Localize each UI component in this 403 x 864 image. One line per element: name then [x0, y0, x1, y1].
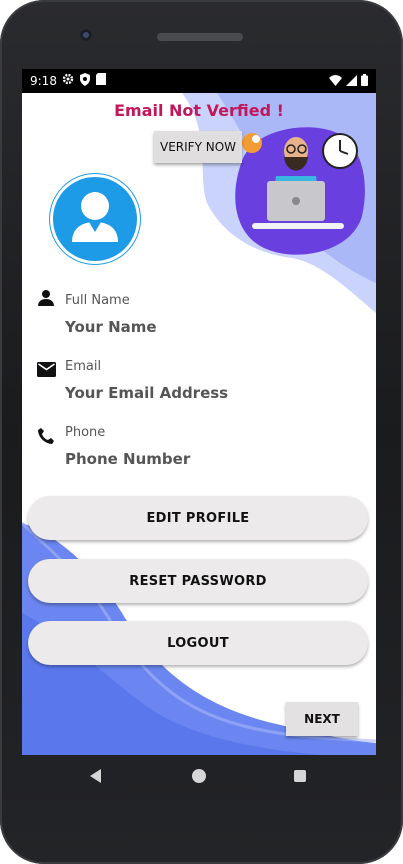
- phone-icon: [38, 428, 54, 444]
- back-icon[interactable]: [89, 769, 103, 783]
- mail-icon: [37, 362, 56, 377]
- status-time: 9:18: [30, 74, 57, 88]
- person-icon: [38, 290, 54, 306]
- wifi-icon: [329, 74, 342, 86]
- shield-icon: [80, 73, 90, 86]
- phone-value: Phone Number: [65, 450, 191, 468]
- status-bar: 9:18: [22, 69, 376, 93]
- profile-avatar[interactable]: [50, 174, 140, 264]
- gear-icon: [62, 73, 74, 85]
- front-camera: [80, 29, 92, 41]
- earpiece-speaker: [157, 33, 243, 41]
- reset-password-button[interactable]: RESET PASSWORD: [28, 559, 368, 603]
- logout-button[interactable]: LOGOUT: [28, 621, 368, 665]
- recents-icon[interactable]: [294, 770, 306, 782]
- user-avatar-icon: [72, 192, 118, 242]
- battery-icon: [361, 74, 368, 86]
- sim-card-icon: [96, 73, 106, 85]
- next-button[interactable]: NEXT: [286, 702, 358, 736]
- phone-label: Phone: [65, 425, 106, 440]
- email-not-verified-warning: Email Not Verfied !: [114, 101, 284, 120]
- app-screen: 9:18 Email Not Verfied ! VERIFY NOW Full…: [22, 69, 376, 755]
- email-value: Your Email Address: [65, 384, 229, 402]
- full-name-label: Full Name: [65, 293, 130, 308]
- system-nav-bar: [0, 755, 403, 797]
- edit-profile-button[interactable]: EDIT PROFILE: [28, 496, 368, 540]
- verify-now-button[interactable]: VERIFY NOW: [154, 131, 242, 163]
- signal-icon: [346, 74, 357, 86]
- home-icon[interactable]: [192, 769, 206, 783]
- phone-frame: 9:18 Email Not Verfied ! VERIFY NOW Full…: [0, 0, 403, 864]
- email-label: Email: [65, 359, 102, 374]
- full-name-value: Your Name: [65, 318, 157, 336]
